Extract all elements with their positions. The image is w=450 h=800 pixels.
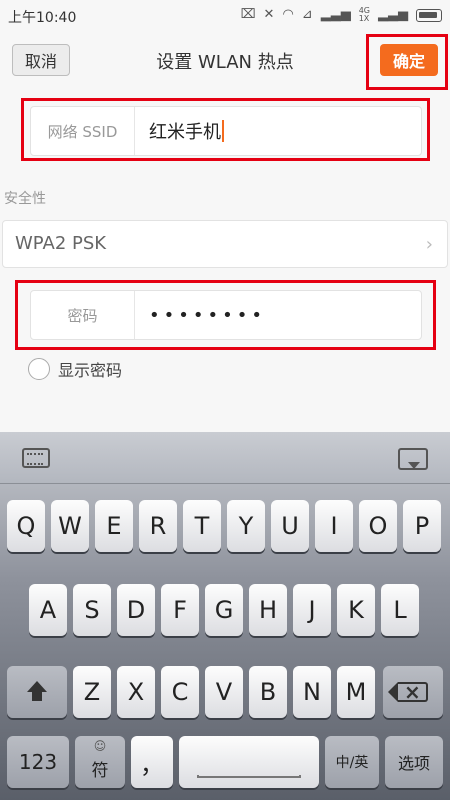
key-i[interactable]: I xyxy=(315,500,353,552)
key-r[interactable]: R xyxy=(139,500,177,552)
network-type: 4G 1X xyxy=(359,7,370,23)
symbols-label: 符 xyxy=(91,760,109,781)
keyboard-toolbar xyxy=(0,432,450,484)
confirm-button[interactable]: 确定 xyxy=(380,44,438,76)
key-z[interactable]: Z xyxy=(73,666,111,718)
shift-icon xyxy=(26,681,48,703)
key-a[interactable]: A xyxy=(29,584,67,636)
hide-keyboard-icon[interactable] xyxy=(398,448,428,470)
key-l[interactable]: L xyxy=(381,584,419,636)
signal-icon-2: ▂▃▅ xyxy=(378,7,408,22)
chevron-right-icon: › xyxy=(425,234,433,255)
status-time: 上午10:40 xyxy=(8,10,77,26)
network-type-bottom: 1X xyxy=(358,14,370,23)
key-o[interactable]: O xyxy=(359,500,397,552)
keyboard: Q W E R T Y U I O P A S D F G H J K L Z … xyxy=(0,432,450,800)
enter-key[interactable]: 选项 xyxy=(385,736,443,788)
keyboard-icon[interactable] xyxy=(22,448,50,468)
battery-icon xyxy=(416,8,442,22)
key-q[interactable]: Q xyxy=(7,500,45,552)
shift-key[interactable] xyxy=(7,666,67,718)
key-p[interactable]: P xyxy=(403,500,441,552)
key-y[interactable]: Y xyxy=(227,500,265,552)
show-password-checkbox[interactable] xyxy=(28,358,50,380)
signal-icon: ▂▃▅ xyxy=(320,7,351,22)
key-w[interactable]: W xyxy=(51,500,89,552)
password-input[interactable]: •••••••• xyxy=(135,305,266,326)
key-s[interactable]: S xyxy=(73,584,111,636)
space-key[interactable] xyxy=(179,736,319,788)
backspace-icon xyxy=(388,680,428,704)
key-g[interactable]: G xyxy=(205,584,243,636)
backspace-key[interactable] xyxy=(383,666,443,718)
password-label: 密码 xyxy=(31,291,135,339)
key-d[interactable]: D xyxy=(117,584,155,636)
show-password-label: 显示密码 xyxy=(58,361,123,380)
security-section-label: 安全性 xyxy=(4,191,46,207)
status-bar: 上午10:40 ⌧ ✕ ◠ ⊿ ▂▃▅ 4G 1X ▂▃▅ xyxy=(0,0,450,32)
text-cursor xyxy=(222,120,224,142)
key-t[interactable]: T xyxy=(183,500,221,552)
key-n[interactable]: N xyxy=(293,666,331,718)
ssid-label: 网络 SSID xyxy=(31,107,135,155)
language-key[interactable]: 中/英 xyxy=(325,736,379,788)
password-value: •••••••• xyxy=(149,304,266,326)
show-password-toggle[interactable]: 显示密码 xyxy=(28,357,122,381)
title-bar: 取消 设置 WLAN 热点 确定 xyxy=(0,32,450,88)
numbers-key[interactable]: 123 xyxy=(7,736,69,788)
wifi-icon: ◠ xyxy=(282,7,294,22)
key-c[interactable]: C xyxy=(161,666,199,718)
no-signal-icon: ⊿ xyxy=(301,7,313,22)
status-icons: ⌧ ✕ ◠ ⊿ ▂▃▅ 4G 1X ▂▃▅ xyxy=(241,6,442,24)
ssid-field[interactable]: 网络 SSID 红米手机 xyxy=(30,106,422,156)
vibrate-icon: ⌧ xyxy=(240,7,256,22)
key-f[interactable]: F xyxy=(161,584,199,636)
key-v[interactable]: V xyxy=(205,666,243,718)
key-m[interactable]: M xyxy=(337,666,375,718)
key-k[interactable]: K xyxy=(337,584,375,636)
key-h[interactable]: H xyxy=(249,584,287,636)
mute-icon: ✕ xyxy=(263,7,275,22)
security-value: WPA2 PSK xyxy=(15,233,107,254)
password-field[interactable]: 密码 •••••••• xyxy=(30,290,422,340)
ssid-input[interactable]: 红米手机 xyxy=(135,118,224,144)
comma-key[interactable]: ， xyxy=(131,736,173,788)
key-j[interactable]: J xyxy=(293,584,331,636)
ssid-value: 红米手机 xyxy=(149,122,221,143)
security-select[interactable]: WPA2 PSK › xyxy=(2,220,448,268)
key-x[interactable]: X xyxy=(117,666,155,718)
space-icon xyxy=(197,775,301,778)
emoji-icon: ☺ xyxy=(93,739,107,753)
key-u[interactable]: U xyxy=(271,500,309,552)
key-e[interactable]: E xyxy=(95,500,133,552)
symbols-key[interactable]: ☺ 符 xyxy=(75,736,125,788)
key-b[interactable]: B xyxy=(249,666,287,718)
